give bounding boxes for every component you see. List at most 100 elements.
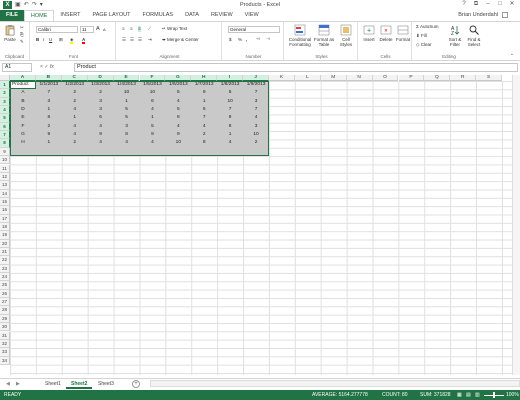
decrease-decimal-icon[interactable]: ⁻⁰	[266, 37, 270, 43]
grid-cell[interactable]: 4	[88, 139, 114, 147]
percent-button[interactable]: %	[238, 37, 242, 43]
cut-icon[interactable]: ✂	[20, 25, 24, 31]
grid-cell[interactable]: 9	[165, 131, 191, 139]
sheet-tab-sheet3[interactable]: Sheet3	[93, 379, 119, 389]
prev-sheet-icon[interactable]: ◀	[6, 381, 10, 387]
row-header[interactable]: 8	[0, 139, 10, 148]
row-header[interactable]: 34	[0, 356, 10, 365]
maximize-icon[interactable]: □	[494, 0, 506, 9]
grid-cell[interactable]: 8	[114, 131, 140, 139]
format-painter-icon[interactable]: ✎	[20, 39, 24, 45]
grid-cell[interactable]: G	[10, 131, 36, 139]
tab-view[interactable]: VIEW	[239, 10, 265, 21]
row-header[interactable]: 15	[0, 197, 10, 207]
ribbon-display-icon[interactable]: ⧉	[470, 0, 482, 9]
grid-cell[interactable]: 4	[243, 114, 269, 122]
grid-cell[interactable]: 2	[62, 139, 88, 147]
grid-cell[interactable]: 9	[191, 89, 217, 97]
grid-cell[interactable]: 4	[217, 139, 243, 147]
column-header[interactable]: O	[372, 75, 399, 81]
row-header[interactable]: 10	[0, 156, 10, 165]
active-cell[interactable]: Product	[10, 81, 36, 90]
clear-button[interactable]: ◇ Clear	[416, 42, 431, 48]
grid-cell[interactable]: 3	[243, 123, 269, 131]
format-cells-button[interactable]: Format	[395, 24, 411, 42]
fill-button[interactable]: ⬇ Fill	[416, 33, 427, 39]
align-middle-icon[interactable]: ≡	[130, 26, 133, 32]
sort-filter-button[interactable]: AZ Sort & Filter	[446, 24, 464, 47]
number-format-select[interactable]: General	[228, 26, 280, 33]
grid-cell[interactable]: E	[10, 114, 36, 122]
tab-data[interactable]: DATA	[179, 10, 205, 21]
italic-button[interactable]: I	[43, 37, 44, 43]
row-header[interactable]: 17	[0, 214, 10, 223]
grid-cell[interactable]: 5	[114, 106, 140, 114]
column-header[interactable]: K	[269, 75, 295, 81]
grid-cell[interactable]: 8	[217, 123, 243, 131]
fill-color-icon[interactable]: ◈	[70, 37, 74, 44]
row-header[interactable]: 29	[0, 314, 10, 324]
enter-icon[interactable]: ✓	[44, 64, 48, 70]
grid-cell[interactable]: 7	[243, 106, 269, 114]
tab-home[interactable]: HOME	[23, 10, 55, 21]
grid-cell[interactable]: 4	[62, 123, 88, 131]
cancel-icon[interactable]: ×	[40, 64, 43, 70]
conditional-formatting-button[interactable]: Conditional Formatting	[288, 24, 312, 47]
grid-cell[interactable]: 6	[191, 106, 217, 114]
column-header[interactable]: R	[450, 75, 477, 81]
grid-cell[interactable]: 1	[140, 114, 166, 122]
row-header[interactable]: 22	[0, 256, 10, 265]
grid-cell[interactable]: 4	[165, 123, 191, 131]
grid-cell[interactable]: 7	[243, 89, 269, 97]
orientation-icon[interactable]: ⟋	[148, 26, 151, 32]
align-right-icon[interactable]: ☰	[138, 37, 142, 43]
collapse-ribbon-icon[interactable]: ⌃	[510, 53, 514, 59]
bold-button[interactable]: B	[36, 37, 39, 43]
grid-cell[interactable]: 1/5/2013	[140, 81, 166, 89]
grid-cell[interactable]: 5	[165, 89, 191, 97]
row-header[interactable]: 30	[0, 323, 10, 332]
grid-cell[interactable]: 5	[165, 106, 191, 114]
row-header[interactable]: 26	[0, 289, 10, 299]
grid-cell[interactable]: 4	[140, 139, 166, 147]
next-sheet-icon[interactable]: ▶	[16, 381, 20, 387]
grid-cell[interactable]: 3	[36, 98, 62, 106]
page-layout-view-icon[interactable]: ▤	[466, 390, 471, 400]
row-header[interactable]: 3	[0, 97, 10, 107]
tab-file[interactable]: FILE	[0, 10, 24, 21]
row-header[interactable]: 25	[0, 281, 10, 290]
help-icon[interactable]: ?	[458, 0, 470, 9]
column-header[interactable]: P	[398, 75, 425, 81]
grid-cell[interactable]: 7	[217, 106, 243, 114]
sheet-tab-sheet2[interactable]: Sheet2	[66, 379, 93, 389]
grid-cell[interactable]: 1/3/2013	[88, 81, 114, 89]
row-header[interactable]: 13	[0, 181, 10, 190]
column-header[interactable]: Q	[424, 75, 451, 81]
row-header[interactable]: 7	[0, 131, 10, 140]
grid-cell[interactable]: 10	[165, 139, 191, 147]
grid-cell[interactable]: 1	[36, 139, 62, 147]
row-header[interactable]: 12	[0, 172, 10, 182]
row-header[interactable]: 24	[0, 273, 10, 282]
vertical-scrollbar[interactable]	[512, 75, 520, 375]
grid-cell[interactable]: 5	[114, 114, 140, 122]
row-header[interactable]: 32	[0, 339, 10, 349]
grow-font-button[interactable]: A	[96, 26, 100, 32]
cell-styles-button[interactable]: Cell Styles	[336, 24, 356, 47]
tab-insert[interactable]: INSERT	[54, 10, 86, 21]
minimize-icon[interactable]: –	[482, 0, 494, 9]
grid-cell[interactable]: 10	[140, 89, 166, 97]
insert-cells-button[interactable]: + Insert	[361, 24, 377, 42]
row-header[interactable]: 5	[0, 114, 10, 123]
grid-cell[interactable]: 1/4/2013	[114, 81, 140, 89]
column-header[interactable]: M	[320, 75, 347, 81]
merge-center-button[interactable]: ⬌ Merge & Center	[162, 37, 199, 43]
page-break-view-icon[interactable]: ▥	[475, 390, 480, 400]
grid-cell[interactable]: 2	[62, 89, 88, 97]
grid-cell[interactable]: 8	[165, 114, 191, 122]
grid-cell[interactable]: 1	[114, 98, 140, 106]
column-header[interactable]: L	[294, 75, 321, 81]
grid-cell[interactable]: 1/8/2013	[217, 81, 243, 89]
grid-cell[interactable]: B	[10, 98, 36, 106]
grid-cell[interactable]: 3	[243, 98, 269, 106]
